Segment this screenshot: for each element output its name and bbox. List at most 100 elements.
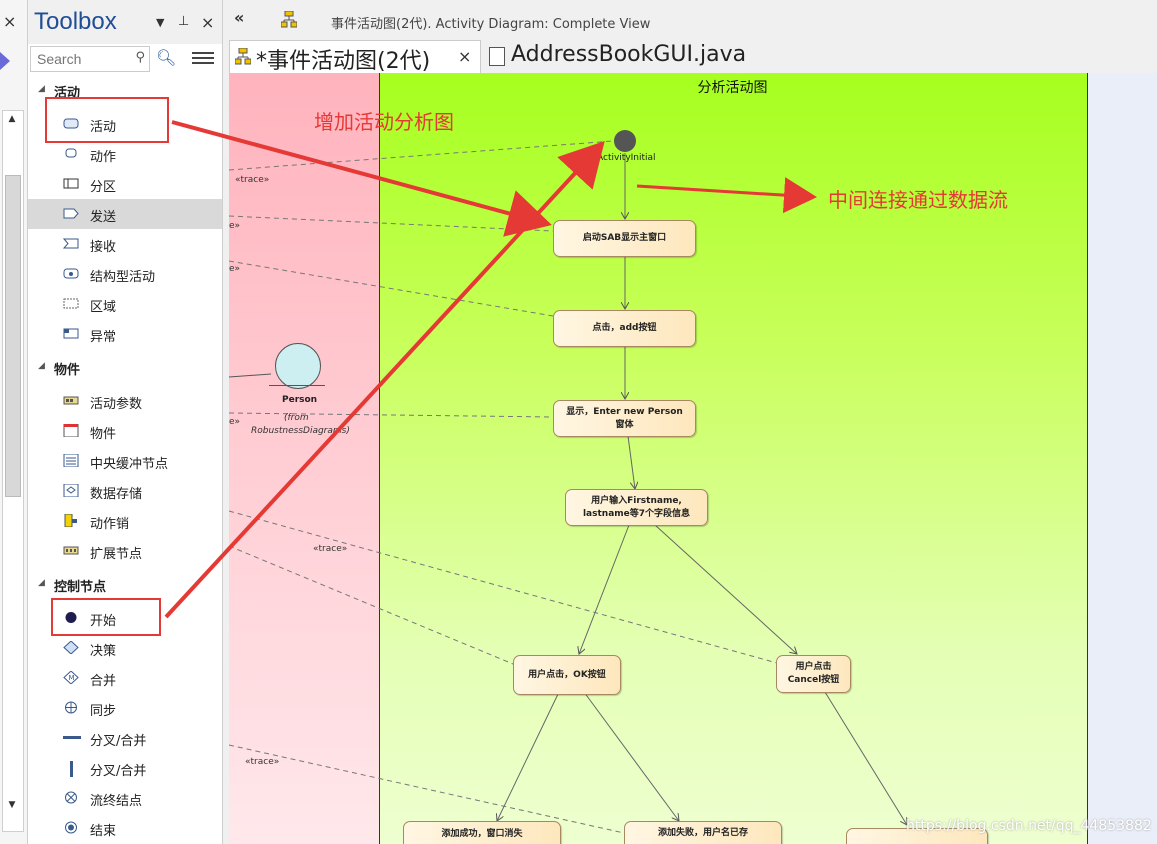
activity-node[interactable]: 用户点击 Cancel按钮 bbox=[776, 655, 851, 693]
toolbox-item-label: 合并 bbox=[90, 674, 117, 689]
flow-edge[interactable] bbox=[583, 691, 679, 821]
toolbox-item[interactable]: 分叉/合并 bbox=[28, 753, 222, 783]
left-close-icon[interactable]: × bbox=[3, 12, 16, 31]
activity-node-line: 用户输入Firstname, bbox=[591, 495, 682, 506]
toolbox-item[interactable]: 物件 bbox=[28, 416, 222, 446]
flow-edge[interactable] bbox=[627, 435, 635, 489]
toolbox-item-label: 区域 bbox=[90, 300, 117, 315]
toolbox-item[interactable]: 动作 bbox=[28, 139, 222, 169]
toolbox-item[interactable]: 发送 bbox=[28, 199, 222, 229]
toolbox-item[interactable]: 异常 bbox=[28, 319, 222, 349]
toolbox-item[interactable]: 结束 bbox=[28, 813, 222, 843]
person-underline bbox=[269, 385, 325, 386]
exception-icon bbox=[63, 327, 79, 340]
search-icon[interactable]: ⚲ bbox=[135, 50, 145, 65]
activity-node[interactable]: 点击，add按钮 bbox=[553, 310, 696, 347]
action-icon bbox=[63, 147, 79, 160]
toolbox-item[interactable]: 动作销 bbox=[28, 506, 222, 536]
toolbox-item[interactable]: 分叉/合并 bbox=[28, 723, 222, 753]
activity-node[interactable]: 启动SAB显示主窗口 bbox=[553, 220, 696, 257]
svg-text:M: M bbox=[69, 674, 75, 682]
tab-label: AddressBookGUI.java bbox=[511, 42, 747, 67]
tab-bar: *事件活动图(2代) × AddressBookGUI.java bbox=[229, 38, 1157, 74]
toolbox-item[interactable]: 决策 bbox=[28, 633, 222, 663]
trace-edge[interactable] bbox=[229, 260, 554, 317]
association-edge[interactable] bbox=[229, 373, 272, 378]
toolbox-item-label: 中央缓冲节点 bbox=[90, 457, 169, 472]
activity-node-line: Cancel按钮 bbox=[787, 675, 840, 685]
activity-node[interactable]: 用户点击，OK按钮 bbox=[513, 655, 621, 695]
synch-icon bbox=[63, 701, 79, 714]
toolbox-item-label: 分区 bbox=[90, 180, 117, 195]
toolbox-category[interactable]: ◢ 物件 bbox=[28, 357, 222, 379]
activity-node-line: 窗体 bbox=[615, 419, 634, 430]
tab-addressbook-java[interactable]: AddressBookGUI.java bbox=[485, 40, 785, 72]
final-icon bbox=[63, 821, 79, 834]
dropdown-icon[interactable]: ▼ bbox=[156, 16, 164, 29]
toolbox-item-label: 扩展节点 bbox=[90, 547, 143, 562]
activity-node[interactable]: 添加成功，窗口消失 bbox=[403, 821, 561, 844]
flow-edge[interactable] bbox=[497, 691, 560, 821]
datastore-icon bbox=[63, 484, 79, 497]
toolbox-item[interactable]: 结构型活动 bbox=[28, 259, 222, 289]
trace-edge[interactable] bbox=[229, 412, 554, 418]
watermark: https://blog.csdn.net/qq_44853882 bbox=[906, 818, 1152, 834]
toolbox-item-label: 分叉/合并 bbox=[90, 734, 147, 749]
trace-edge[interactable] bbox=[229, 510, 778, 664]
expansion-node-icon bbox=[63, 544, 79, 557]
flow-final-icon bbox=[63, 791, 79, 804]
flow-edge[interactable] bbox=[824, 691, 907, 825]
person-entity-icon[interactable] bbox=[275, 343, 321, 389]
toolbox-item[interactable]: 接收 bbox=[28, 229, 222, 259]
diagram-title: 事件活动图(2代). Activity Diagram: Complete Vi… bbox=[331, 17, 651, 32]
expand-arrow-icon[interactable] bbox=[0, 52, 10, 70]
partition-icon bbox=[63, 177, 79, 190]
hamburger-menu-icon[interactable] bbox=[192, 49, 214, 69]
collapse-arrow-icon[interactable]: ◢ bbox=[38, 361, 45, 371]
flow-edge[interactable] bbox=[579, 524, 630, 654]
toolbox-item[interactable]: 同步 bbox=[28, 693, 222, 723]
diagram-canvas[interactable]: 分析活动图 ActivityInitial 启动SAB显示主窗口 点击，add按… bbox=[229, 73, 1157, 844]
toolbox-category-label: 物件 bbox=[54, 363, 81, 378]
scroll-thumb[interactable] bbox=[5, 175, 21, 497]
trace-edge[interactable] bbox=[229, 215, 554, 232]
diagram-header: « 事件活动图(2代). Activity Diagram: Complete … bbox=[229, 4, 1157, 39]
toolbox-item[interactable]: 分区 bbox=[28, 169, 222, 199]
initial-node[interactable] bbox=[614, 130, 636, 152]
toolbox-item[interactable]: M 合并 bbox=[28, 663, 222, 693]
activity-node[interactable]: 用户输入Firstname, lastname等7个字段信息 bbox=[565, 489, 708, 526]
toolbox-item[interactable]: 区域 bbox=[28, 289, 222, 319]
collapse-icon[interactable]: « bbox=[234, 8, 244, 27]
activity-diagram-icon bbox=[235, 48, 251, 65]
search-input[interactable] bbox=[35, 50, 129, 68]
activity-node[interactable]: 添加失败，用户名已存 bbox=[624, 821, 782, 844]
toolbox-item-label: 结构型活动 bbox=[90, 270, 156, 285]
trace-edge[interactable] bbox=[229, 545, 514, 665]
toolbox-item[interactable]: 中央缓冲节点 bbox=[28, 446, 222, 476]
trace-edge[interactable] bbox=[229, 140, 614, 171]
close-icon[interactable]: × bbox=[201, 13, 214, 32]
action-pin-icon bbox=[63, 514, 79, 527]
scroll-up-icon[interactable]: ▲ bbox=[2, 110, 22, 128]
pin-icon[interactable]: ⊥ bbox=[178, 14, 189, 29]
toolbox-item-label: 发送 bbox=[90, 210, 117, 225]
scroll-down-icon[interactable]: ▼ bbox=[2, 796, 22, 814]
send-icon bbox=[63, 207, 79, 220]
collapse-arrow-icon[interactable]: ◢ bbox=[38, 84, 45, 94]
activity-node[interactable]: 显示，Enter new Person 窗体 bbox=[553, 400, 696, 437]
trace-label: e» bbox=[229, 264, 241, 274]
collapse-arrow-icon[interactable]: ◢ bbox=[38, 578, 45, 588]
toolbox-category[interactable]: ◢ 控制节点 bbox=[28, 574, 222, 596]
tab-close-icon[interactable]: × bbox=[458, 47, 471, 66]
toolbox-item[interactable]: 数据存储 bbox=[28, 476, 222, 506]
toolbox-item[interactable]: 扩展节点 bbox=[28, 536, 222, 566]
toolbox-item-label: 数据存储 bbox=[90, 487, 143, 502]
toolbox-item[interactable]: 流终结点 bbox=[28, 783, 222, 813]
search-field[interactable]: ⚲ bbox=[30, 46, 150, 72]
tab-activity-diagram[interactable]: *事件活动图(2代) × bbox=[229, 40, 481, 74]
search-button-icon[interactable]: 🔍︎ bbox=[156, 48, 176, 67]
flow-edge[interactable] bbox=[654, 524, 797, 654]
tab-label: *事件活动图(2代) bbox=[256, 49, 431, 74]
toolbox-item[interactable]: 活动参数 bbox=[28, 386, 222, 416]
trace-edge[interactable] bbox=[229, 744, 625, 834]
